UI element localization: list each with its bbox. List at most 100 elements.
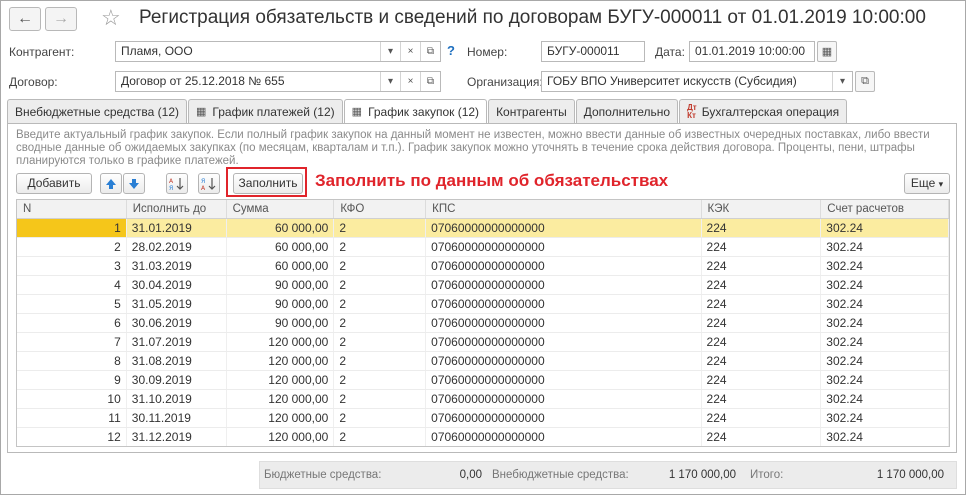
chevron-down-icon: ▾ [387,46,394,57]
cell-due-date: 31.07.2019 [127,333,227,351]
cell-amount: 60 000,00 [227,219,335,237]
table-row[interactable]: 8 31.08.2019 120 000,00 2 07060000000000000 2… [17,352,949,371]
cell-kek: 224 [702,428,822,446]
cell-n: 6 [17,314,127,332]
cell-kek: 224 [702,257,822,275]
tab-purchase-schedule[interactable]: ▦ График закупок (12) [343,99,488,124]
arrow-right-icon: → [53,10,69,27]
contractor-clear-button[interactable]: × [400,42,420,61]
contract-clear-button[interactable]: × [400,72,420,91]
more-label: Еще [910,176,936,190]
organization-dropdown-button[interactable]: ▾ [832,72,852,91]
cell-kps: 07060000000000000 [426,276,702,294]
table-row[interactable]: 4 30.04.2019 90 000,00 2 07060000000000000 22… [17,276,949,295]
chevron-down-icon: ▾ [938,179,944,189]
contract-field[interactable]: Договор от 25.12.2018 № 655 ▾ × ⧉ [115,71,441,92]
column-header-kps[interactable]: КПС [426,200,702,218]
cell-n: 8 [17,352,127,370]
sort-descending-button[interactable]: Я А [198,173,220,194]
column-header-kfo[interactable]: КФО [334,200,427,218]
calendar-button[interactable]: ▦ [817,41,837,62]
cell-account: 302.24 [821,257,949,275]
contractor-field[interactable]: Пламя, ООО ▾ × ⧉ [115,41,441,62]
contractor-dropdown-button[interactable]: ▾ [380,42,400,61]
svg-text:Я: Я [201,178,205,185]
cell-kps: 07060000000000000 [426,428,702,446]
favorite-star-icon[interactable]: ☆ [101,5,121,31]
cell-n: 5 [17,295,127,313]
help-icon[interactable]: ? [447,43,455,58]
cell-due-date: 31.03.2019 [127,257,227,275]
organization-field[interactable]: ГОБУ ВПО Университет искусств (Субсидия)… [541,71,853,92]
cell-due-date: 30.04.2019 [127,276,227,294]
tab-label: График платежей (12) [212,104,335,119]
column-header-account[interactable]: Счет расчетов [821,200,949,218]
cell-kfo: 2 [334,257,427,275]
more-menu-button[interactable]: Еще ▾ [904,173,950,194]
tab-label: График закупок (12) [368,105,480,119]
tab-bar: Внебюджетные средства (12) ▦ График плате… [7,99,848,124]
tab-payment-schedule[interactable]: ▦ График платежей (12) [188,99,343,123]
table-row[interactable]: 11 30.11.2019 120 000,00 2 07060000000000000… [17,409,949,428]
total-label: Итого: [750,469,784,481]
cell-n: 10 [17,390,127,408]
extrabudget-label: Внебюджетные средства: [492,469,629,481]
cell-due-date: 30.11.2019 [127,409,227,427]
table-row[interactable]: 6 30.06.2019 90 000,00 2 07060000000000000 22… [17,314,949,333]
cell-kek: 224 [702,371,822,389]
add-button[interactable]: Добавить [16,173,92,194]
cell-account: 302.24 [821,276,949,294]
table-row[interactable]: 7 31.07.2019 120 000,00 2 07060000000000000 2… [17,333,949,352]
contractor-open-button[interactable]: ⧉ [420,42,440,61]
move-down-button[interactable] [123,173,145,194]
table-row[interactable]: 12 31.12.2019 120 000,00 2 07060000000000000… [17,428,949,446]
column-header-due-date[interactable]: Исполнить до [127,200,227,218]
move-up-button[interactable] [100,173,122,194]
table-row[interactable]: 1 31.01.2019 60 000,00 2 07060000000000000 22… [17,219,949,238]
svg-text:А: А [169,178,174,185]
document-window: ← → ☆ Регистрация обязательств и сведени… [0,0,966,495]
date-field[interactable]: 01.01.2019 10:00:00 [689,41,815,62]
number-field[interactable]: БУГУ-000011 [541,41,645,62]
back-button[interactable]: ← [9,7,41,31]
cell-kfo: 2 [334,295,427,313]
tab-accounting-operation[interactable]: Дт Кт Бухгалтерская операция [679,99,848,123]
cell-kek: 224 [702,352,822,370]
tab-contractors[interactable]: Контрагенты [488,99,575,123]
table-row[interactable]: 5 31.05.2019 90 000,00 2 07060000000000000 22… [17,295,949,314]
cell-due-date: 31.01.2019 [127,219,227,237]
cell-amount: 60 000,00 [227,238,335,256]
sort-ascending-button[interactable]: А Я [166,173,188,194]
column-header-n[interactable]: N [17,200,127,218]
cell-due-date: 30.09.2019 [127,371,227,389]
column-header-kek[interactable]: КЭК [702,200,822,218]
cell-n: 2 [17,238,127,256]
chevron-down-icon: ▾ [387,76,394,87]
tab-extrabudget[interactable]: Внебюджетные средства (12) [7,99,188,123]
column-header-amount[interactable]: Сумма [227,200,335,218]
svg-text:А: А [201,185,206,191]
contract-value: Договор от 25.12.2018 № 655 [121,74,285,88]
cell-kfo: 2 [334,314,427,332]
fill-annotation: Заполнить по данным об обязательствах [315,171,669,190]
contract-dropdown-button[interactable]: ▾ [380,72,400,91]
cell-kek: 224 [702,314,822,332]
cell-account: 302.24 [821,295,949,313]
table-row[interactable]: 9 30.09.2019 120 000,00 2 07060000000000000 2… [17,371,949,390]
table-icon: ▦ [351,106,363,118]
sort-descending-icon: Я А [201,177,216,191]
purchase-schedule-table: N Исполнить до Сумма КФО КПС КЭК Счет ра… [16,199,950,447]
totals-bar: Бюджетные средства: 0,00 Внебюджетные ср… [259,461,957,489]
forward-button[interactable]: → [45,7,77,31]
organization-open-button[interactable]: ⧉ [855,71,875,92]
cell-kps: 07060000000000000 [426,295,702,313]
cell-account: 302.24 [821,409,949,427]
table-row[interactable]: 2 28.02.2019 60 000,00 2 07060000000000000 22… [17,238,949,257]
cell-due-date: 31.05.2019 [127,295,227,313]
table-row[interactable]: 10 31.10.2019 120 000,00 2 07060000000000000… [17,390,949,409]
tab-additional[interactable]: Дополнительно [575,99,679,123]
contract-open-button[interactable]: ⧉ [420,72,440,91]
cell-kfo: 2 [334,409,427,427]
cell-n: 11 [17,409,127,427]
table-row[interactable]: 3 31.03.2019 60 000,00 2 07060000000000000 22… [17,257,949,276]
